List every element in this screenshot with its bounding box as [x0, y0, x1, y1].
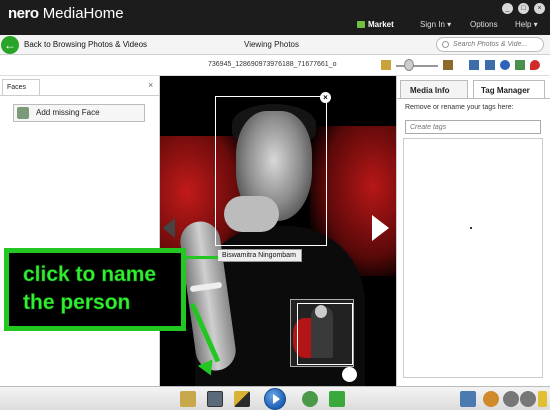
- options-menu[interactable]: Options: [470, 20, 498, 29]
- close-faces-panel-icon[interactable]: ×: [148, 80, 153, 90]
- play-icon: [273, 394, 280, 404]
- zoom-slider-handle[interactable]: [404, 59, 414, 71]
- cart-icon: [357, 21, 365, 28]
- menu-bar: Market Sign In ▾ Options Help ▾: [0, 14, 550, 35]
- sign-in-menu[interactable]: Sign In ▾: [420, 20, 451, 29]
- tab-faces[interactable]: Faces: [2, 79, 40, 95]
- fit-screen-icon[interactable]: [469, 60, 479, 70]
- add-missing-face-button[interactable]: Add missing Face: [13, 104, 145, 122]
- photo-toolbar: 736945_128690973976188_71677661_o: [0, 55, 550, 76]
- minimize-button[interactable]: _: [502, 3, 513, 14]
- zoom-slider[interactable]: [396, 65, 438, 67]
- file-name: 736945_128690973976188_71677661_o: [208, 61, 337, 68]
- share-icon[interactable]: [302, 391, 318, 407]
- search-input[interactable]: [436, 37, 544, 52]
- loading-indicator: [470, 227, 472, 229]
- export-icon[interactable]: [180, 391, 196, 407]
- rotate-right-icon[interactable]: [520, 391, 536, 407]
- create-tags-input[interactable]: [405, 120, 541, 134]
- zoom-in-icon[interactable]: [443, 60, 453, 70]
- edit-photo-icon[interactable]: [234, 391, 250, 407]
- navigation-bar: ← Back to Browsing Photos & Videos Viewi…: [0, 35, 550, 55]
- add-face-icon: [17, 107, 29, 119]
- zoom-out-icon[interactable]: [381, 60, 391, 70]
- info-icon[interactable]: [500, 60, 510, 70]
- face-tag-icon[interactable]: [515, 60, 525, 70]
- help-menu[interactable]: Help ▾: [515, 20, 538, 29]
- annotation-callout: click to name the person: [4, 248, 186, 331]
- page-title: Viewing Photos: [244, 40, 299, 49]
- previous-photo-icon[interactable]: [163, 218, 175, 238]
- tab-media-info[interactable]: Media Info: [400, 80, 468, 98]
- next-photo-icon[interactable]: [372, 215, 389, 241]
- bottom-toolbar: [0, 386, 550, 410]
- tag-instructions: Remove or rename your tags here:: [405, 104, 514, 111]
- market-menu[interactable]: Market: [357, 20, 394, 29]
- navigator-viewport[interactable]: [297, 303, 353, 365]
- location-pin-icon[interactable]: [530, 60, 540, 70]
- upload-icon[interactable]: [329, 391, 345, 407]
- maximize-button[interactable]: □: [518, 3, 529, 14]
- tab-tag-manager[interactable]: Tag Manager: [473, 80, 545, 98]
- annotation-text: click to name the person: [23, 263, 157, 315]
- rotate-left-icon[interactable]: [503, 391, 519, 407]
- divider: [397, 98, 550, 99]
- face-recognition-icon[interactable]: [207, 391, 223, 407]
- back-to-browsing-link[interactable]: Back to Browsing Photos & Videos: [24, 40, 147, 49]
- settings-icon[interactable]: [483, 391, 499, 407]
- faces-panel: Faces × Add missing Face: [0, 76, 160, 386]
- close-window-button[interactable]: ×: [534, 3, 545, 14]
- search-icon: [442, 41, 449, 48]
- add-missing-face-label: Add missing Face: [36, 108, 100, 117]
- tag-manager-panel: Media Info Tag Manager Remove or rename …: [396, 76, 550, 386]
- grid-view-icon[interactable]: [485, 60, 495, 70]
- display-icon[interactable]: [460, 391, 476, 407]
- navigator-handle[interactable]: [342, 367, 357, 382]
- battery-icon: [538, 391, 547, 407]
- tag-list[interactable]: [403, 138, 543, 378]
- remove-face-icon[interactable]: ×: [320, 92, 331, 103]
- back-arrow-icon[interactable]: ←: [1, 36, 19, 54]
- face-detection-box[interactable]: [215, 96, 327, 246]
- face-name-tag[interactable]: Biswamitra Ningombam: [217, 249, 302, 262]
- divider: [0, 95, 160, 96]
- annotation-connector: [186, 256, 218, 259]
